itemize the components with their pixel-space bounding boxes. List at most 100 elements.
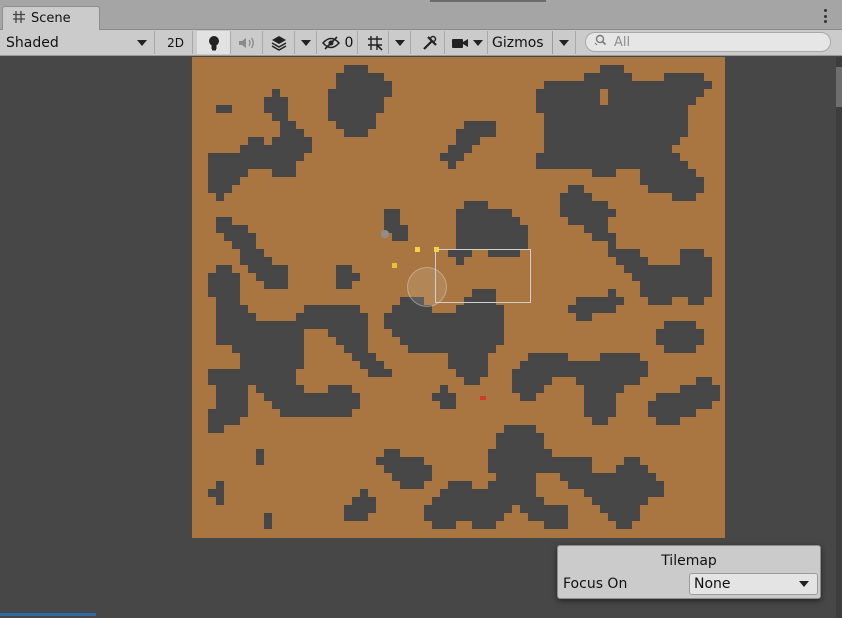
rock-tile-run	[536, 105, 688, 113]
rock-tile-run	[240, 257, 272, 265]
scene-toolbar: Shaded 2D 0 Gizmos All	[0, 30, 842, 56]
rock-tile-run	[208, 177, 240, 185]
gizmos-label: Gizmos	[492, 34, 544, 51]
search-field[interactable]	[585, 32, 831, 52]
rock-tile-run	[464, 121, 496, 129]
rock-tile-run	[528, 513, 568, 521]
rock-tile-run	[664, 345, 696, 353]
rock-tile-run	[520, 393, 536, 401]
rock-tile-run	[456, 241, 528, 249]
rock-tile-run	[528, 353, 568, 361]
rock-tile-run	[544, 113, 688, 121]
rock-tile-run	[640, 177, 704, 185]
scene-viewport[interactable]	[0, 57, 842, 618]
rock-tile-run	[592, 417, 608, 425]
rock-tile-run	[696, 377, 712, 385]
rock-tile-run	[456, 209, 512, 217]
rock-tile-run	[336, 281, 352, 289]
grid-dropdown[interactable]	[389, 31, 411, 54]
draw-mode-dropdown[interactable]: Shaded	[0, 31, 155, 54]
focus-on-dropdown[interactable]: None	[689, 573, 818, 595]
rock-tile-run	[328, 385, 352, 393]
rock-tile-run	[520, 505, 568, 513]
rock-tile-run	[216, 401, 248, 409]
rock-tile-run	[456, 217, 520, 225]
rock-tile-run	[512, 369, 648, 377]
chevron-down-icon	[137, 39, 147, 46]
rock-tile-run	[256, 457, 264, 465]
rock-tile-run	[272, 113, 288, 121]
rock-tile-run	[512, 377, 552, 385]
rock-tile-run	[280, 129, 304, 137]
rock-tile-run	[240, 249, 264, 257]
rock-tile-run	[616, 521, 632, 529]
rock-tile-run	[544, 121, 688, 129]
rock-tile-run	[624, 457, 640, 465]
rock-tile-run	[536, 153, 680, 161]
effects-dropdown[interactable]	[295, 31, 317, 54]
tools-button[interactable]	[415, 31, 445, 54]
rock-tile-run	[560, 473, 656, 481]
rock-tile-run	[272, 169, 296, 177]
rock-tile-run	[680, 257, 712, 265]
item-marker[interactable]	[392, 263, 397, 268]
rock-tile-run	[344, 129, 368, 137]
rock-tile-run	[608, 89, 704, 97]
item-marker[interactable]	[415, 247, 420, 252]
rock-tile-run	[216, 313, 256, 321]
rock-tile-run	[336, 73, 384, 81]
more-options-icon[interactable]	[824, 9, 828, 23]
rock-tile-run	[432, 497, 544, 505]
rock-tile-run	[560, 201, 608, 209]
rock-tile-run	[208, 489, 224, 497]
rock-tile-run	[280, 409, 352, 417]
rock-tile-run	[616, 257, 648, 265]
rock-tile-run	[336, 337, 368, 345]
scrollbar[interactable]	[836, 57, 842, 618]
rock-tile-run	[208, 153, 304, 161]
rock-tile-run	[208, 369, 296, 377]
rock-tile-run	[600, 505, 640, 513]
rock-tile-run	[264, 281, 288, 289]
rock-tile-run	[496, 473, 536, 481]
rock-tile-run	[264, 393, 360, 401]
rock-tile-run	[648, 409, 696, 417]
grid-toggle-button[interactable]	[361, 31, 389, 54]
object-gizmo[interactable]	[381, 230, 389, 238]
progress-line	[0, 613, 96, 616]
effects-toggle-button[interactable]	[264, 31, 295, 54]
lighting-toggle-button[interactable]	[197, 31, 231, 54]
rock-tile-run	[592, 169, 616, 177]
rock-tile-run	[456, 225, 528, 233]
rock-tile-run	[232, 241, 256, 249]
toggle-2d-button[interactable]: 2D	[159, 31, 193, 54]
rock-tile-run	[608, 513, 640, 521]
rock-tile-run	[328, 89, 392, 97]
camera-settings-button[interactable]	[446, 31, 488, 54]
item-marker[interactable]	[434, 247, 439, 252]
rock-tile-run	[536, 89, 600, 97]
rock-tile-run	[208, 169, 248, 177]
enemy-marker[interactable]	[480, 396, 486, 400]
scene-visibility-toggle[interactable]: 0	[318, 31, 358, 54]
scrollbar-thumb[interactable]	[836, 67, 842, 107]
rock-tile-run	[568, 481, 664, 489]
search-input[interactable]	[614, 34, 814, 50]
gizmos-dropdown[interactable]: Gizmos	[488, 31, 576, 54]
rock-tile-run	[584, 73, 632, 81]
rock-tile-run	[208, 289, 240, 297]
rock-tile-run	[632, 273, 712, 281]
rock-tile-run	[272, 401, 360, 409]
rock-tile-run	[216, 497, 224, 505]
audio-toggle-button[interactable]	[231, 31, 263, 54]
rock-tile-run	[592, 233, 616, 241]
rock-tile-run	[208, 185, 232, 193]
scene-grid-icon	[13, 10, 25, 27]
tab-scene[interactable]: Scene	[2, 6, 100, 30]
rock-tile-run	[656, 337, 704, 345]
rock-tile-run	[208, 281, 240, 289]
camera-bounds-gizmo[interactable]	[435, 249, 531, 303]
rock-tile-run	[216, 297, 240, 305]
rock-tile-run	[264, 105, 288, 113]
rock-tile-run	[648, 297, 672, 305]
